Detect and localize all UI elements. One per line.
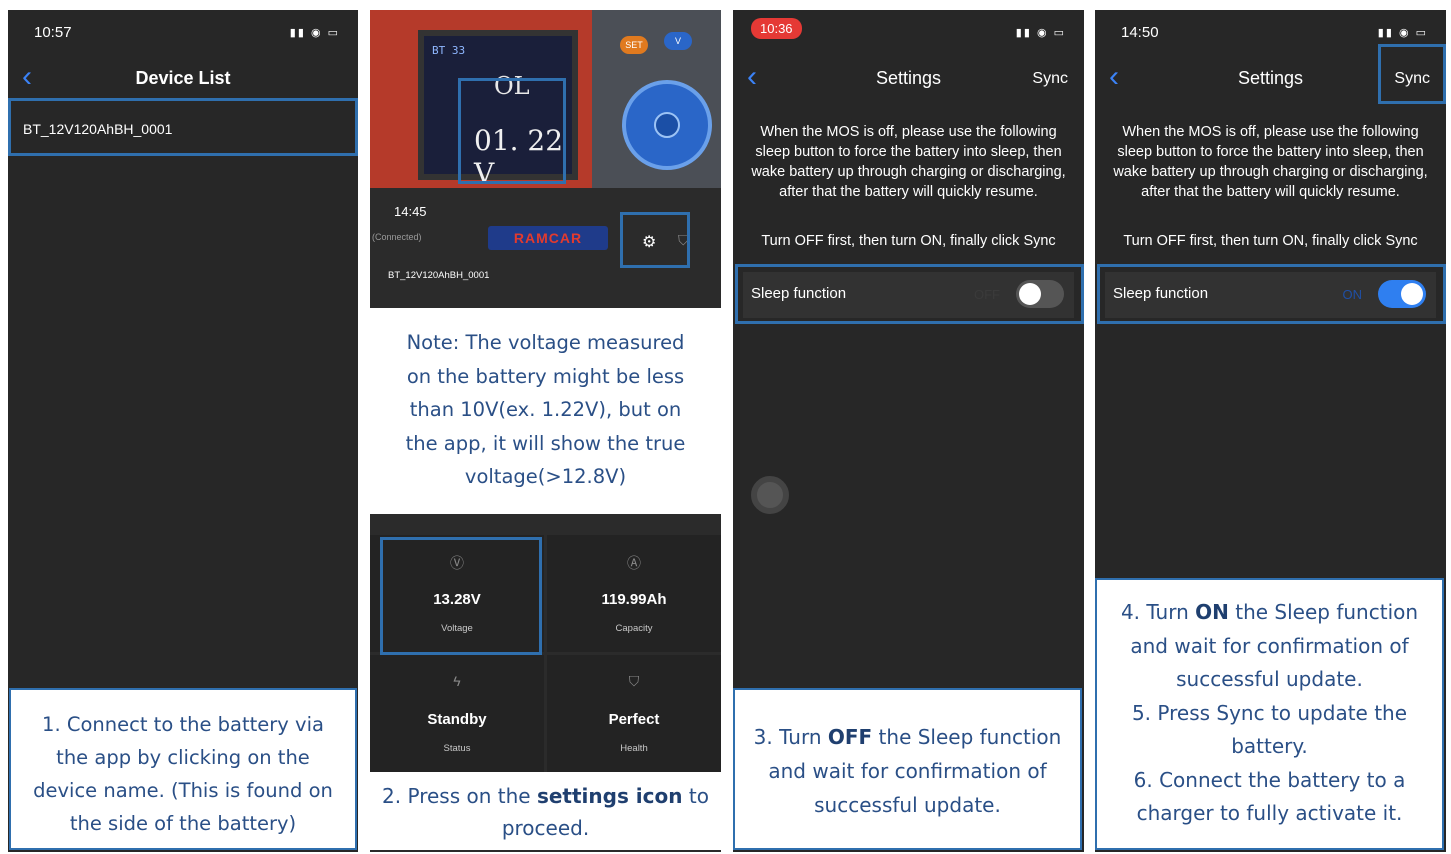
meter-dial	[622, 80, 712, 170]
ampere-icon: Ⓐ	[627, 555, 641, 571]
app-header: 14:45 (Connected) RAMCAR ⚙ ⛉ BT_12V120Ah…	[370, 190, 721, 308]
sleep-row-highlight	[735, 264, 1084, 324]
settings-instruction: Turn OFF first, then turn ON, finally cl…	[761, 233, 1056, 249]
caption-line-6: 6. Connect the battery to a charger to f…	[1133, 767, 1406, 826]
tile-value: Perfect	[608, 711, 660, 728]
status-bar-icons: ▮▮ ◉ ▭	[1377, 27, 1428, 39]
caption-step-3: 3. Turn OFF the Sleep function and wait …	[733, 688, 1082, 850]
device-list-item[interactable]: BT_12V120AhBH_0001	[8, 98, 358, 156]
caption-line-5: 5. Press Sync to update the battery.	[1131, 700, 1408, 759]
meter-dial-center	[654, 112, 680, 138]
sync-button[interactable]: Sync	[1032, 70, 1068, 88]
multimeter-photo: BT 33 OL 01. 22 V SET V	[370, 10, 721, 188]
meter-reading-highlight	[458, 78, 566, 184]
tile-label: Status	[443, 743, 471, 754]
meter-top-text: BT 33	[432, 44, 466, 57]
tile-label: Capacity	[615, 623, 653, 634]
page-title: Device List	[135, 68, 231, 88]
ramcar-logo: RAMCAR	[488, 226, 608, 250]
status-time: 14:45	[394, 204, 427, 219]
caption-bold: settings icon	[536, 784, 683, 808]
panel-settings-off: 10:36 ▮▮ ◉ ▭ ‹ Settings Sync When the MO…	[733, 10, 1084, 852]
shield-icon: ⛉	[628, 673, 640, 689]
panel-dashboard: BT 33 OL 01. 22 V SET V 14:45 (Connected…	[370, 10, 721, 852]
settings-instruction: Turn OFF first, then turn ON, finally cl…	[1123, 233, 1418, 249]
voltage-note: Note: The voltage measured on the batter…	[370, 308, 721, 514]
settings-icon-highlight	[620, 212, 690, 268]
device-name: BT_12V120AhBH_0001	[388, 270, 490, 281]
status-bar-icons: ▮▮ ◉ ▭	[289, 27, 340, 39]
device-name: BT_12V120AhBH_0001	[23, 121, 173, 137]
status-bar-icons: ▮▮ ◉ ▭	[1015, 27, 1066, 39]
tile-status: ϟ Standby Status	[370, 655, 544, 772]
tile-capacity: Ⓐ 119.99Ah Capacity	[547, 535, 721, 652]
settings-message: When the MOS is off, please use the foll…	[1113, 124, 1428, 200]
status-time: 10:57	[34, 24, 72, 41]
meter-key-v: V	[664, 32, 692, 50]
panel-settings-on: 14:50 ▮▮ ◉ ▭ ‹ Settings Sync When the MO…	[1095, 10, 1446, 852]
sync-highlight	[1378, 44, 1446, 104]
stats-grid: Ⓥ 13.28V Voltage Ⓐ 119.99Ah Capacity ϟ S…	[370, 535, 721, 772]
panel-device-list: 10:57 ▮▮ ◉ ▭ ‹ Device List BT_12V120AhBH…	[8, 10, 358, 852]
status-time: 14:50	[1121, 24, 1159, 41]
connection-status: (Connected)	[372, 232, 422, 242]
tile-value: 119.99Ah	[601, 591, 667, 608]
meter-keypad: SET V	[592, 10, 721, 188]
caption-bold: ON	[1195, 600, 1229, 624]
tile-value: Standby	[427, 711, 487, 728]
caption-step-4-6: 4. Turn ON the Sleep function and wait f…	[1095, 578, 1444, 850]
status-time-pill: 10:36	[751, 18, 802, 39]
sleep-row-highlight	[1097, 264, 1446, 324]
tile-label: Health	[620, 743, 648, 754]
assistive-touch-button[interactable]	[751, 476, 789, 514]
caption-step-1: 1. Connect to the battery via the app by…	[9, 688, 357, 850]
page-title: Settings	[875, 68, 942, 88]
bolt-icon: ϟ	[453, 673, 461, 689]
meter-key-set: SET	[620, 36, 648, 54]
caption-bold: OFF	[827, 725, 873, 749]
settings-message: When the MOS is off, please use the foll…	[751, 124, 1066, 200]
caption-step-2: 2. Press on the settings icon to proceed…	[370, 772, 721, 850]
voltage-tile-highlight	[380, 537, 542, 655]
tile-health: ⛉ Perfect Health	[547, 655, 721, 772]
